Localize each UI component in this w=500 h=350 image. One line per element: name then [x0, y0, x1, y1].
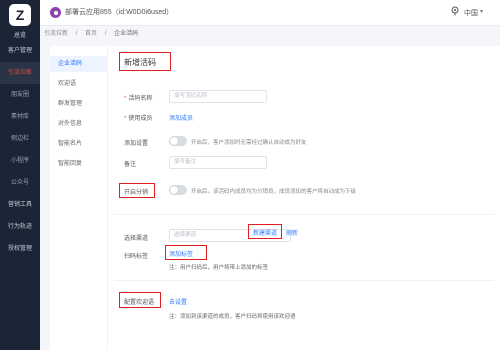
sidebar-item-moments[interactable]: 朋友圈	[0, 84, 40, 106]
sidebar-item-miniprogram[interactable]: 小程序	[0, 150, 40, 172]
welcome-label: 配置欢迎语	[124, 300, 155, 306]
breadcrumb-item[interactable]: 引流拉新	[44, 31, 68, 37]
breadcrumb-separator: /	[75, 31, 78, 37]
name-input[interactable]: 填写活码名称	[169, 90, 267, 103]
split-label: 开启分销	[124, 190, 149, 196]
auto-add-toggle[interactable]	[169, 136, 187, 146]
toggle-knob	[170, 137, 178, 145]
main-card: 企业活码 欢迎语 群发管理 对外信息 智能名片 智能回复 新增活码 * 活码名称 …	[50, 46, 500, 350]
sidebar: Z 总览 客户管理 引流拉新 朋友圈 素材库 侧边栏 小程序 公众号 营销工具 …	[0, 0, 40, 350]
breadcrumb-item[interactable]: 首页	[85, 31, 97, 37]
section-divider	[114, 280, 494, 281]
add-members-link[interactable]: 添加成员	[169, 113, 193, 122]
tag-note: 注：用户扫码后，用户将带上添加的标签	[169, 265, 269, 271]
section-divider	[114, 214, 494, 215]
subnav-item-smart-reply[interactable]: 智能回复	[50, 156, 108, 172]
add-setting-label: 添加设置	[124, 141, 149, 147]
sub-navigation: 企业活码 欢迎语 群发管理 对外信息 智能名片 智能回复	[50, 46, 108, 350]
org-avatar-icon	[50, 7, 61, 18]
sidebar-item-authorization[interactable]: 授权管理	[0, 238, 40, 260]
breadcrumb-separator: /	[104, 31, 107, 37]
top-bar: 部署云应用855（id:W0D0i6used） 中国 ▾	[40, 0, 500, 26]
sidebar-item-official-account[interactable]: 公众号	[0, 172, 40, 194]
sidebar-item-side-bar[interactable]: 侧边栏	[0, 128, 40, 150]
breadcrumb-current: 企业活码	[114, 31, 139, 37]
refresh-link[interactable]: 刷新	[286, 228, 298, 237]
page-title: 新增活码	[124, 58, 156, 67]
new-channel-button[interactable]: 新建渠道	[253, 228, 277, 237]
add-tag-link[interactable]: 添加标签	[169, 249, 193, 258]
location-icon[interactable]	[450, 6, 460, 16]
toggle-knob	[170, 186, 178, 194]
chevron-down-icon[interactable]: ▾	[480, 8, 483, 15]
members-label: * 使用成员	[124, 116, 153, 122]
split-toggle[interactable]	[169, 185, 187, 195]
welcome-note: 注：添加到该渠道的成员，客户扫码将使用该欢迎语	[169, 314, 296, 320]
sidebar-home[interactable]: 总览	[0, 30, 40, 39]
org-name[interactable]: 部署云应用855（id:W0D0i6used）	[65, 7, 173, 17]
tag-label: 扫码标签	[124, 254, 149, 260]
subnav-item-welcome[interactable]: 欢迎语	[50, 76, 108, 92]
subnav-item-qrcode[interactable]: 企业活码	[50, 56, 108, 72]
subnav-item-smart-card[interactable]: 智能名片	[50, 136, 108, 152]
subnav-item-external-info[interactable]: 对外信息	[50, 116, 108, 132]
sidebar-item-materials[interactable]: 素材库	[0, 106, 40, 128]
remark-input[interactable]: 填写备注	[169, 156, 267, 169]
breadcrumb: 引流拉新 / 首页 / 企业活码	[44, 28, 144, 37]
remark-label: 备注	[124, 162, 137, 168]
language-selector[interactable]: 中国	[464, 8, 478, 18]
split-hint: 开启后，该活码内成员均为分销员，成员添加的客户将自动成为下级	[191, 189, 357, 195]
subnav-item-mass-send[interactable]: 群发管理	[50, 96, 108, 112]
sidebar-item-lead-gen[interactable]: 引流拉新	[0, 62, 40, 84]
app-logo: Z	[9, 4, 31, 26]
sidebar-item-marketing-tools[interactable]: 营销工具	[0, 194, 40, 216]
name-label: * 活码名称	[124, 96, 153, 102]
channel-label: 选择渠道	[124, 236, 149, 242]
sidebar-item-customers[interactable]: 客户管理	[0, 40, 40, 62]
sidebar-item-behavior-track[interactable]: 行为轨迹	[0, 216, 40, 238]
add-setting-hint: 开启后，客户添加时无需经过确认自动成为好友	[191, 140, 307, 146]
welcome-setup-link[interactable]: 去设置	[169, 297, 187, 306]
